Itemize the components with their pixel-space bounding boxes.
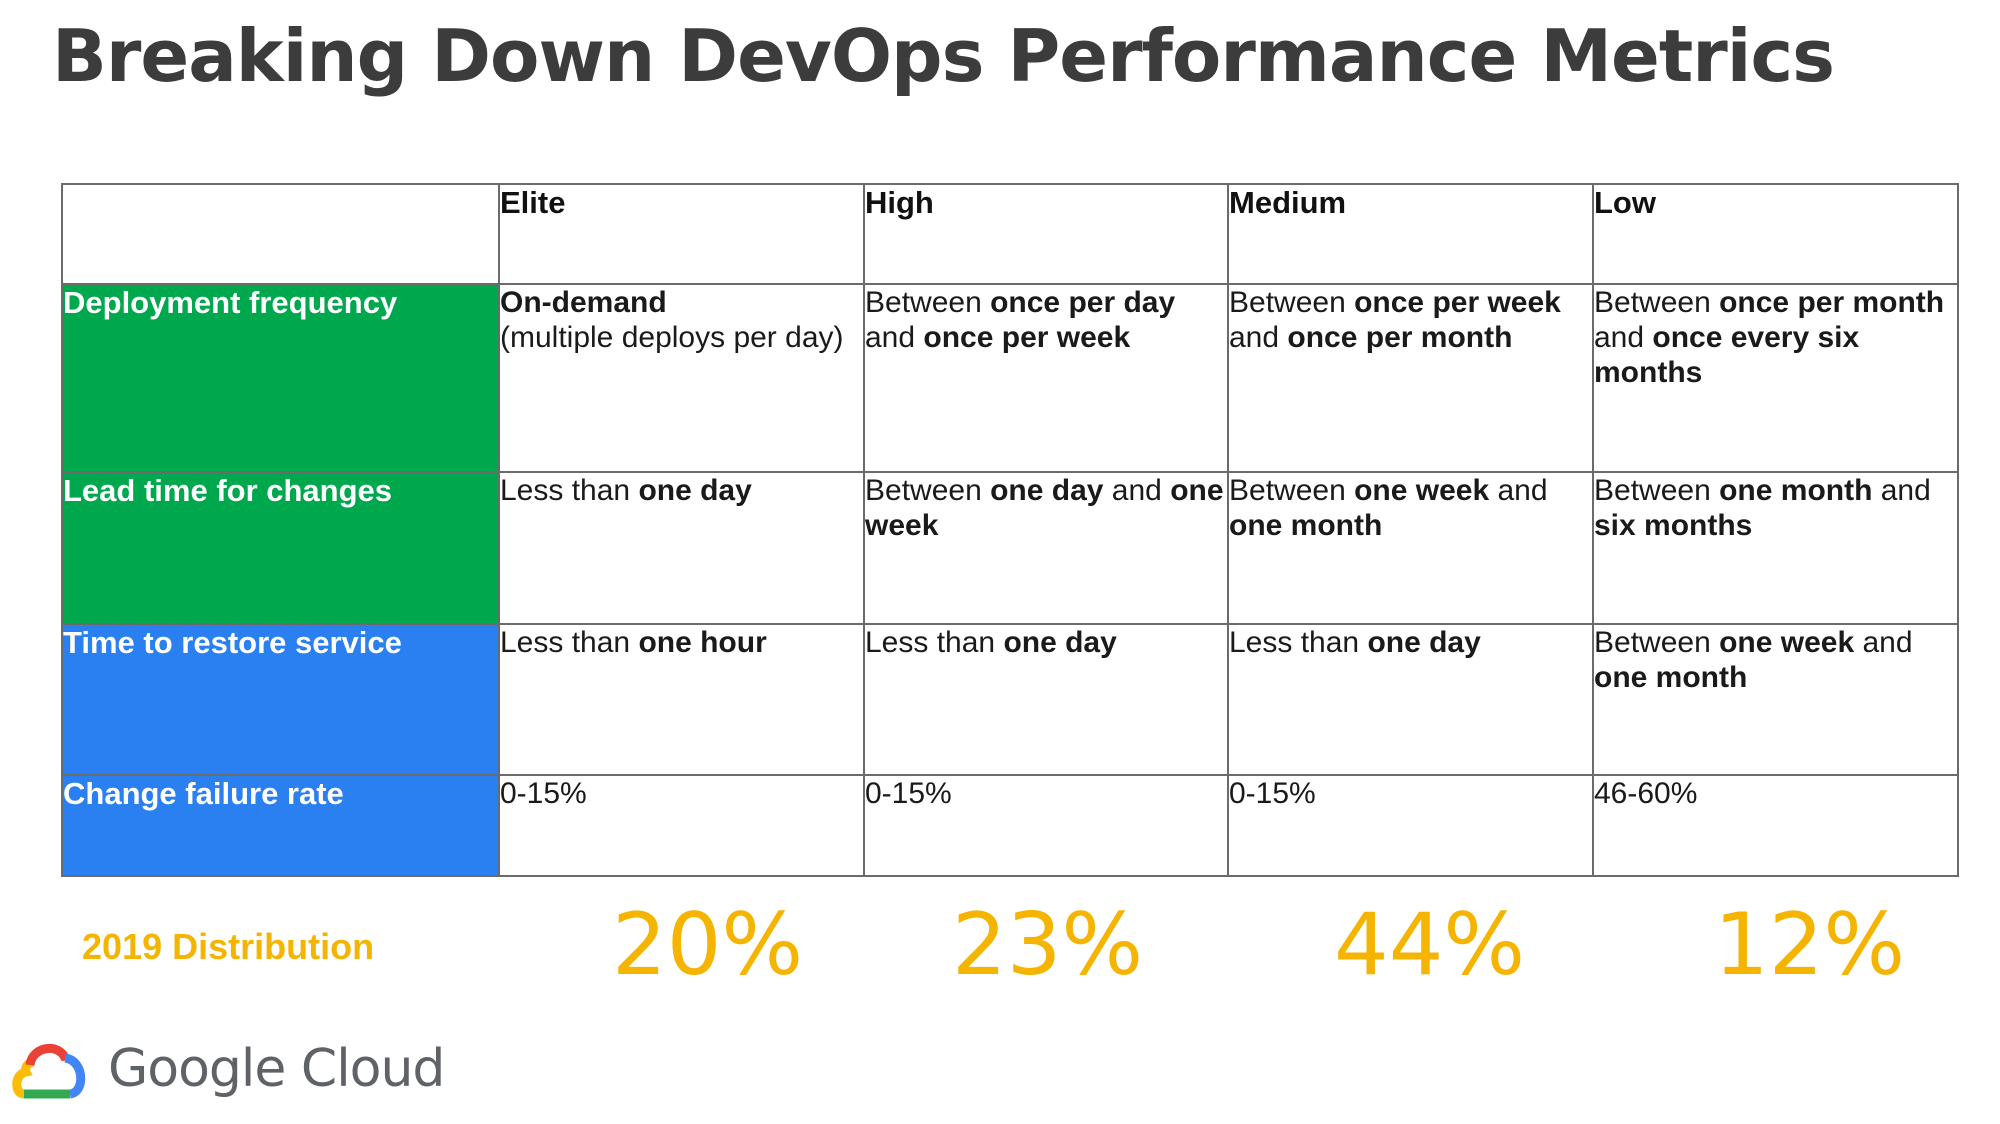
cell-text: and (1489, 474, 1548, 507)
cell-text-bold: one hour (638, 626, 767, 659)
cell-text-bold: one week (1354, 474, 1490, 507)
cell-text: Between (865, 286, 991, 319)
cell-text: 0-15% (500, 777, 587, 810)
cell-text-bold: one month (1594, 661, 1748, 694)
cell-text: Between (1229, 474, 1355, 507)
cell-text: Between (865, 474, 991, 507)
cell-text-bold: one day (1003, 626, 1117, 659)
cell-text-bold: one day (638, 474, 752, 507)
cell-text: Between (1594, 474, 1720, 507)
cell-text: 46-60% (1594, 777, 1698, 810)
logo-text: Google Cloud (108, 1039, 445, 1099)
distribution-high-value: 23% (952, 895, 1144, 995)
table-cell: Less than one day (1227, 623, 1594, 776)
google-cloud-logo: Google Cloud (10, 1038, 445, 1100)
cell-text: (multiple deploys per day) (500, 321, 844, 354)
table-cell: Between one day and one week (863, 471, 1229, 625)
cell-text: and (1872, 474, 1931, 507)
cell-text-bold: one month (1229, 509, 1383, 542)
table-row: Deployment frequency On-demand (multiple … (61, 283, 1959, 473)
table-cell: Between one month and six months (1592, 471, 1959, 625)
table-row: Change failure rate 0-15% 0-15% 0-15% 46… (61, 774, 1959, 877)
cell-text: Between (1594, 286, 1720, 319)
metric-deployment-frequency: Deployment frequency (61, 283, 500, 473)
metrics-table: Elite High Medium Low Deployment frequen… (61, 183, 1959, 877)
cell-text: 0-15% (865, 777, 952, 810)
table-cell: Between one week and one month (1592, 623, 1959, 776)
cell-text: Between (1594, 626, 1720, 659)
table-cell: 46-60% (1592, 774, 1959, 877)
header-medium: Medium (1227, 183, 1594, 285)
table-cell: On-demand (multiple deploys per day) (498, 283, 865, 473)
metric-lead-time: Lead time for changes (61, 471, 500, 625)
table-cell: Between once per day and once per week (863, 283, 1229, 473)
cell-text: and (1594, 321, 1653, 354)
table-cell: 0-15% (498, 774, 865, 877)
cell-text-bold: once per month (1719, 286, 1945, 319)
cell-text-bold: once per week (923, 321, 1131, 354)
page-title: Breaking Down DevOps Performance Metrics (52, 14, 1835, 98)
cell-text: and (1103, 474, 1171, 507)
cell-text-bold: six months (1594, 509, 1753, 542)
table-cell: Between one week and one month (1227, 471, 1594, 625)
table-cell: 0-15% (1227, 774, 1594, 877)
table-row: Time to restore service Less than one ho… (61, 623, 1959, 776)
cell-text-bold: once per month (1287, 321, 1513, 354)
table-cell: Less than one day (498, 471, 865, 625)
table-cell: Less than one hour (498, 623, 865, 776)
metric-change-failure-rate: Change failure rate (61, 774, 500, 877)
distribution-low-value: 12% (1714, 895, 1906, 995)
header-high: High (863, 183, 1229, 285)
cell-text-bold: one week (1719, 626, 1855, 659)
table-cell: Between once per week and once per month (1227, 283, 1594, 473)
table-cell: Less than one day (863, 623, 1229, 776)
cell-text: and (865, 321, 924, 354)
cell-text: Less than (1229, 626, 1368, 659)
table-cell: 0-15% (863, 774, 1229, 877)
cell-text: and (1854, 626, 1913, 659)
header-corner-cell (61, 183, 500, 285)
cell-text: and (1229, 321, 1288, 354)
cell-text: 0-15% (1229, 777, 1316, 810)
cell-text: Less than (500, 474, 639, 507)
cell-text: Less than (865, 626, 1004, 659)
cell-text-bold: one month (1719, 474, 1873, 507)
distribution-label: 2019 Distribution (82, 926, 375, 967)
cell-text-bold: one day (1367, 626, 1481, 659)
table-header-row: Elite High Medium Low (61, 183, 1959, 285)
header-elite: Elite (498, 183, 865, 285)
cell-text-bold: one day (990, 474, 1104, 507)
cell-text: Between (1229, 286, 1355, 319)
cell-text: Less than (500, 626, 639, 659)
table-cell: Between once per month and once every si… (1592, 283, 1959, 473)
cell-text-bold: On-demand (500, 286, 667, 319)
cell-text-bold: once per day (990, 286, 1176, 319)
table-row: Lead time for changes Less than one day … (61, 471, 1959, 625)
distribution-elite-value: 20% (612, 895, 804, 995)
header-low: Low (1592, 183, 1959, 285)
metric-time-to-restore: Time to restore service (61, 623, 500, 776)
cell-text-bold: once per week (1354, 286, 1561, 319)
distribution-medium-value: 44% (1334, 895, 1526, 995)
google-cloud-icon (12, 1043, 86, 1099)
